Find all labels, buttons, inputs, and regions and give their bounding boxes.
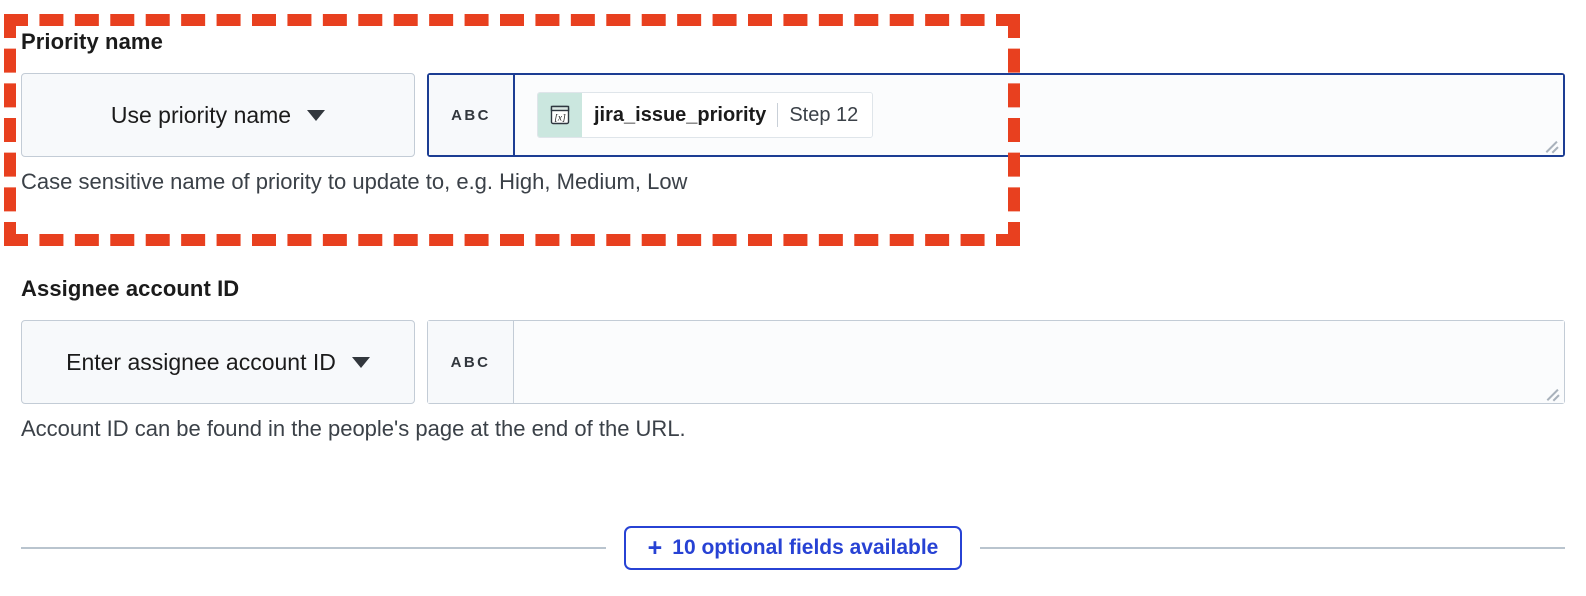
priority-name-mode-select[interactable]: Use priority name: [21, 73, 415, 157]
assignee-account-id-value-input[interactable]: [514, 321, 1564, 403]
resize-grip-icon[interactable]: [1545, 385, 1560, 402]
field-label-priority-name: Priority name: [21, 29, 163, 54]
field-group-assignee-account-id: Assignee account ID Enter assignee accou…: [0, 275, 1586, 443]
priority-name-mode-select-value: Use priority name: [110, 101, 292, 128]
field-help-priority-name: Case sensitive name of priority to updat…: [21, 169, 688, 194]
assignee-account-id-type-badge[interactable]: ABC: [428, 321, 514, 403]
field-row-assignee-account-id: Enter assignee account ID ABC: [0, 320, 1586, 404]
variable-chip-jira-issue-priority[interactable]: [x] jira_issue_priority Step 12: [537, 92, 874, 138]
priority-name-value-input[interactable]: [x] jira_issue_priority Step 12: [515, 75, 1563, 155]
divider-right: [980, 547, 1566, 549]
resize-grip-icon[interactable]: [1544, 137, 1559, 154]
chevron-down-icon: [307, 109, 326, 121]
divider-left: [21, 547, 606, 549]
assignee-account-id-value-control: ABC: [427, 320, 1565, 404]
plus-icon: +: [647, 533, 663, 562]
form-panel: Priority name Use priority name ABC [x]: [0, 0, 1586, 596]
variable-chip-name: jira_issue_priority: [594, 103, 767, 126]
variable-chip-text: jira_issue_priority Step 12: [582, 93, 873, 137]
svg-text:[x]: [x]: [554, 114, 566, 124]
assignee-account-id-mode-select[interactable]: Enter assignee account ID: [21, 320, 415, 404]
optional-fields-footer: + 10 optional fields available: [0, 520, 1586, 576]
field-group-priority-name: Priority name Use priority name ABC [x]: [0, 28, 1586, 196]
variable-expression-icon: [x]: [538, 93, 582, 137]
field-help-assignee-account-id: Account ID can be found in the people's …: [21, 416, 686, 441]
assignee-account-id-mode-select-value: Enter assignee account ID: [66, 348, 336, 375]
optional-fields-button-label: 10 optional fields available: [672, 536, 939, 559]
field-label-assignee-account-id: Assignee account ID: [21, 276, 240, 301]
variable-chip-separator: [777, 103, 779, 127]
chevron-down-icon: [351, 356, 370, 368]
priority-name-value-control: ABC [x] jira_issue_priority Step 12: [427, 73, 1565, 157]
priority-name-type-badge[interactable]: ABC: [429, 75, 515, 155]
field-row-priority-name: Use priority name ABC [x] jira_issue_pri…: [0, 73, 1586, 157]
optional-fields-button[interactable]: + 10 optional fields available: [623, 526, 963, 570]
variable-chip-step: Step 12: [789, 103, 859, 126]
